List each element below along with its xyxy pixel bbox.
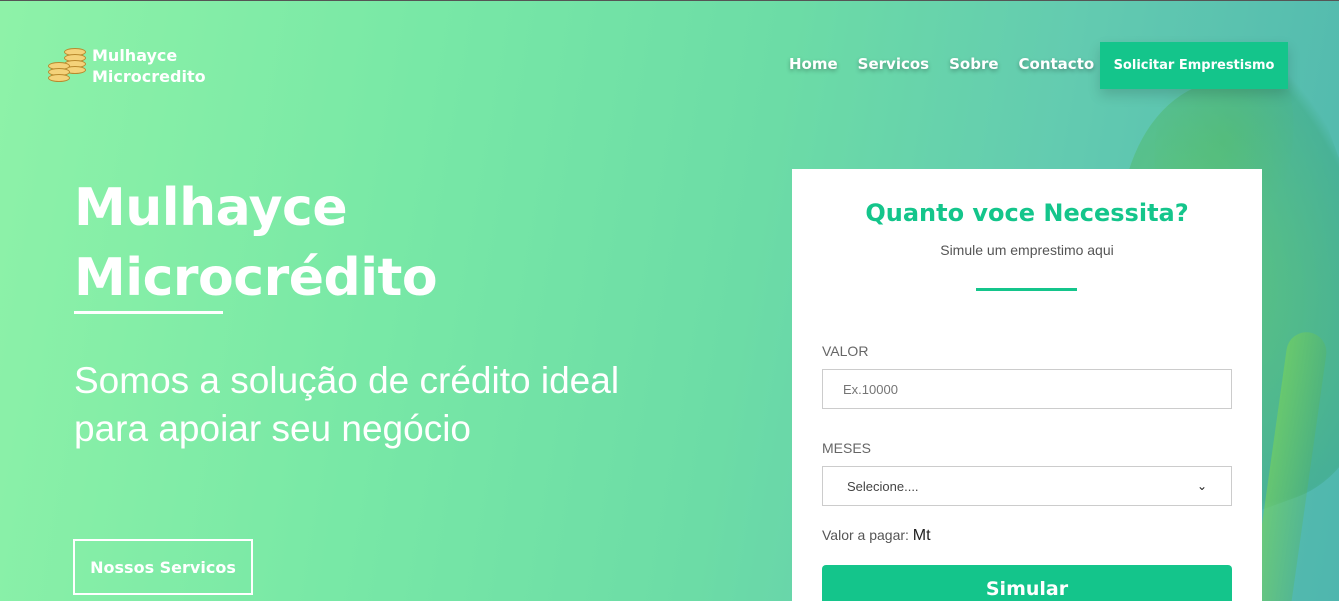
- nav-sobre[interactable]: Sobre: [949, 55, 998, 73]
- coins-icon: [48, 46, 88, 86]
- nav-contacto[interactable]: Contacto: [1019, 55, 1095, 73]
- pay-label: Valor a pagar:: [822, 527, 909, 543]
- simular-button[interactable]: Simular: [822, 565, 1232, 601]
- valor-label: VALOR: [822, 343, 869, 359]
- hero-subtitle: Somos a solução de crédito ideal para ap…: [74, 360, 620, 449]
- nossos-servicos-button[interactable]: Nossos Servicos: [73, 539, 253, 595]
- loan-simulator-card: Quanto voce Necessita? Simule um emprest…: [792, 169, 1262, 601]
- nav-servicos[interactable]: Servicos: [858, 55, 929, 73]
- meses-select[interactable]: Selecione.... ⌄: [822, 466, 1232, 506]
- hero-title-underline: [74, 311, 223, 314]
- hero-title-line2: Microcrédito: [74, 248, 438, 308]
- nav-home[interactable]: Home: [789, 55, 838, 73]
- simulator-title: Quanto voce Necessita?: [865, 199, 1189, 227]
- brand-name: Mulhayce Microcredito: [92, 45, 206, 87]
- logo[interactable]: Mulhayce Microcredito: [48, 45, 206, 87]
- valor-input[interactable]: [822, 369, 1232, 409]
- brand-name-line2: Microcredito: [92, 67, 206, 86]
- main-nav: Home Servicos Sobre Contacto: [789, 55, 1094, 73]
- hero-title-line1: Mulhayce: [74, 178, 348, 238]
- simulator-divider: [976, 288, 1077, 291]
- simulator-subtitle: Simule um emprestimo aqui: [940, 242, 1114, 258]
- chevron-down-icon: ⌄: [1196, 479, 1207, 493]
- pay-currency: Mt: [912, 527, 931, 544]
- valor-a-pagar: Valor a pagar: Mt: [822, 527, 931, 545]
- meses-selected-value: Selecione....: [847, 478, 919, 494]
- meses-label: MESES: [822, 440, 872, 456]
- brand-name-line1: Mulhayce: [92, 46, 178, 65]
- solicitar-emprestimo-button[interactable]: Solicitar Emprestismo: [1100, 42, 1288, 89]
- hero-title: Mulhayce Microcrédito: [74, 173, 438, 313]
